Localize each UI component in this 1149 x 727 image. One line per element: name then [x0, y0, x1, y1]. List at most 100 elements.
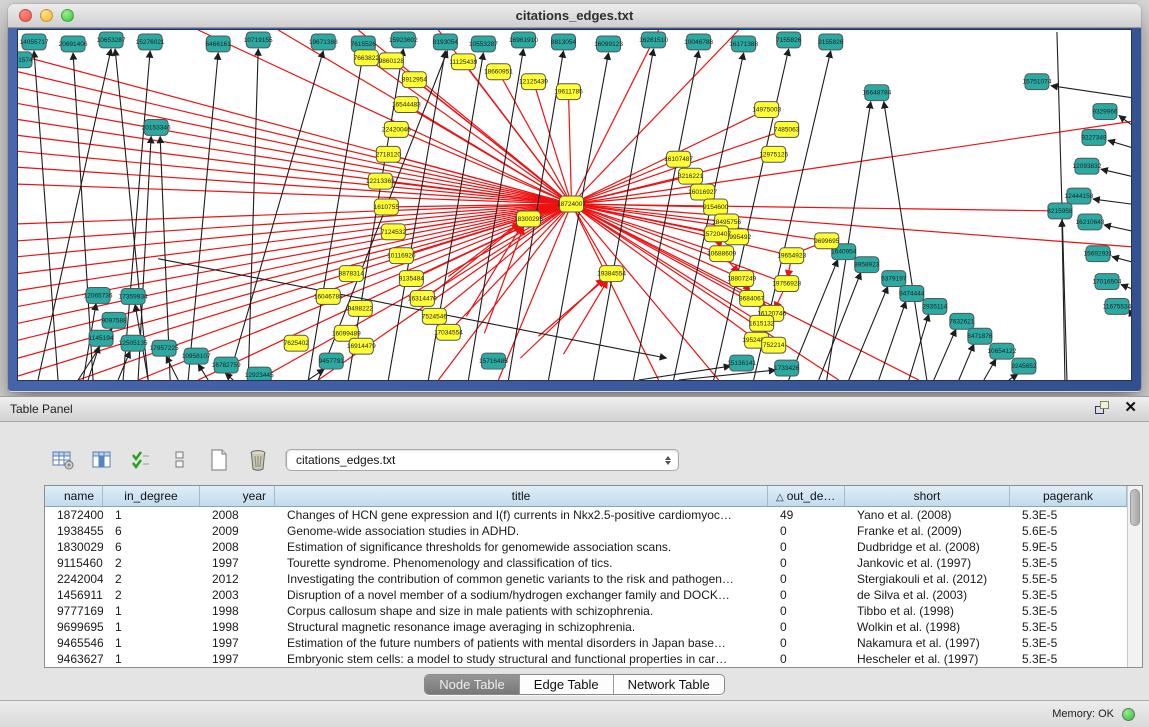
- graph-node[interactable]: 8193054: [433, 34, 459, 50]
- graph-node[interactable]: 9329966: [1092, 104, 1118, 120]
- graph-node[interactable]: 1145194: [89, 330, 114, 346]
- graph-node[interactable]: 8958923: [854, 257, 880, 273]
- graph-node[interactable]: 3216221: [678, 168, 704, 184]
- graph-node[interactable]: 8215958: [1047, 203, 1073, 219]
- graph-node[interactable]: 9227349: [1081, 129, 1107, 145]
- graph-node[interactable]: 7524546: [422, 308, 448, 324]
- row-check-icon[interactable]: [128, 447, 154, 473]
- graph-node[interactable]: 9097588: [101, 312, 127, 328]
- graph-node[interactable]: 18660951: [484, 64, 513, 80]
- graph-node[interactable]: 10653287: [97, 32, 126, 48]
- graph-node[interactable]: 9498222: [348, 300, 374, 316]
- scrollbar-thumb[interactable]: [1130, 489, 1140, 526]
- column-header-in_degree[interactable]: in_degree: [103, 486, 200, 506]
- graph-node[interactable]: 9699695: [814, 233, 840, 249]
- graph-node[interactable]: 9135484: [399, 271, 425, 287]
- graph-node[interactable]: 15923602: [389, 32, 418, 48]
- graph-node[interactable]: 15720407: [702, 226, 731, 242]
- graph-node[interactable]: 7663822: [354, 50, 380, 66]
- column-header-out_de[interactable]: △out_de…: [768, 486, 845, 506]
- graph-node[interactable]: 16961910: [509, 32, 538, 48]
- graph-node[interactable]: 16099123: [594, 36, 623, 52]
- float-panel-icon[interactable]: [1094, 400, 1110, 416]
- column-header-title[interactable]: title: [275, 486, 768, 506]
- graph-node[interactable]: 9457791: [319, 353, 345, 369]
- table-row[interactable]: 946554611997Estimation of the future num…: [45, 635, 1127, 651]
- graph-node[interactable]: 17016504: [1093, 274, 1122, 290]
- graph-node[interactable]: 12505135: [119, 335, 148, 351]
- graph-node[interactable]: 7124532: [381, 224, 407, 240]
- graph-node[interactable]: 10654122: [987, 343, 1016, 359]
- graph-node[interactable]: 16261510: [639, 32, 668, 48]
- graph-node[interactable]: 7155826: [776, 32, 802, 48]
- graph-node[interactable]: 17359934: [119, 289, 148, 305]
- graph-node[interactable]: 15751074: [1022, 74, 1051, 90]
- graph-node[interactable]: 9154600: [703, 199, 729, 215]
- table-selector-dropdown[interactable]: citations_edges.txt: [286, 449, 679, 471]
- graph-node[interactable]: 6466161: [206, 36, 232, 52]
- graph-node[interactable]: 11125439: [449, 54, 477, 70]
- graph-node[interactable]: 1733426: [774, 360, 800, 376]
- table-row[interactable]: 1456911722003Disruption of a novel membe…: [45, 587, 1127, 603]
- graph-node[interactable]: 18807249: [727, 271, 756, 287]
- graph-node[interactable]: 12975125: [759, 146, 788, 162]
- graph-node[interactable]: 2081574: [18, 52, 33, 68]
- graph-node[interactable]: 19384554: [597, 266, 626, 282]
- close-panel-icon[interactable]: ✕: [1124, 400, 1137, 416]
- graph-node[interactable]: 752214: [762, 337, 786, 353]
- table-row[interactable]: 1872400712008Changes of HCN gene express…: [45, 507, 1127, 523]
- graph-node[interactable]: 15276021: [136, 34, 165, 50]
- graph-node[interactable]: 9245652: [1011, 358, 1037, 374]
- graph-node[interactable]: 8878314: [339, 266, 365, 282]
- graph-node[interactable]: 16107487: [664, 151, 693, 167]
- graph-node[interactable]: 15136141: [727, 355, 756, 371]
- table-vertical-scrollbar[interactable]: [1127, 486, 1142, 667]
- graph-node[interactable]: 1610755: [374, 199, 400, 215]
- tab-node-table[interactable]: Node Table: [425, 675, 520, 694]
- table-row[interactable]: 911546021997Tourette syndrome. Phenomeno…: [45, 555, 1127, 571]
- graph-node[interactable]: 15716485: [479, 353, 508, 369]
- graph-node[interactable]: 9684067: [739, 291, 765, 307]
- graph-node[interactable]: 8813054: [551, 34, 577, 50]
- column-header-name[interactable]: name: [45, 486, 103, 506]
- new-table-icon[interactable]: [206, 447, 232, 473]
- graph-node[interactable]: 18300295: [514, 211, 543, 227]
- graph-node[interactable]: 16210643: [1076, 214, 1105, 230]
- graph-node[interactable]: 17034554: [434, 324, 463, 340]
- close-window-icon[interactable]: [19, 9, 32, 22]
- graph-node[interactable]: 16782759: [212, 357, 241, 373]
- graph-node[interactable]: 16171388: [729, 36, 758, 52]
- graph-node[interactable]: 16544483: [392, 97, 421, 113]
- stacked-rows-icon[interactable]: [167, 447, 193, 473]
- graph-node[interactable]: 8912954: [402, 72, 428, 88]
- graph-node[interactable]: 22420046: [382, 121, 411, 137]
- column-header-pagerank[interactable]: pagerank: [1010, 486, 1127, 506]
- graph-node[interactable]: 12093832: [1073, 158, 1102, 174]
- network-canvas[interactable]: 1405571720691406106532871527602164661611…: [17, 29, 1132, 381]
- graph-node[interactable]: 16016927: [688, 184, 717, 200]
- graph-node[interactable]: 12065736: [84, 288, 113, 304]
- graph-node[interactable]: 12213363: [366, 173, 395, 189]
- graph-node[interactable]: 14975003: [752, 102, 781, 118]
- graph-node[interactable]: 15692931: [1084, 246, 1113, 262]
- graph-node[interactable]: 10553287: [469, 36, 498, 52]
- graph-node[interactable]: 10958107: [182, 348, 211, 364]
- graph-node[interactable]: 16648784: [862, 85, 891, 101]
- graph-node[interactable]: 8471876: [967, 328, 993, 344]
- graph-node[interactable]: 12444158: [1065, 188, 1094, 204]
- zoom-window-icon[interactable]: [61, 9, 74, 22]
- graph-node[interactable]: 19654923: [777, 248, 806, 264]
- graph-node[interactable]: 20153346: [142, 119, 171, 135]
- graph-node[interactable]: 17957225: [150, 340, 179, 356]
- graph-node[interactable]: 7632621: [949, 313, 975, 329]
- graph-node[interactable]: 6379197: [881, 271, 907, 287]
- graph-node[interactable]: 16914479: [347, 338, 376, 354]
- graph-node[interactable]: 12923445: [245, 367, 274, 380]
- table-settings-icon[interactable]: [50, 447, 76, 473]
- column-header-short[interactable]: short: [845, 486, 1010, 506]
- graph-node[interactable]: 7485063: [774, 121, 800, 137]
- table-row[interactable]: 969969511998Structural magnetic resonanc…: [45, 619, 1127, 635]
- tab-edge-table[interactable]: Edge Table: [520, 675, 614, 694]
- minimize-window-icon[interactable]: [40, 9, 53, 22]
- graph-node[interactable]: 10116920: [387, 248, 416, 264]
